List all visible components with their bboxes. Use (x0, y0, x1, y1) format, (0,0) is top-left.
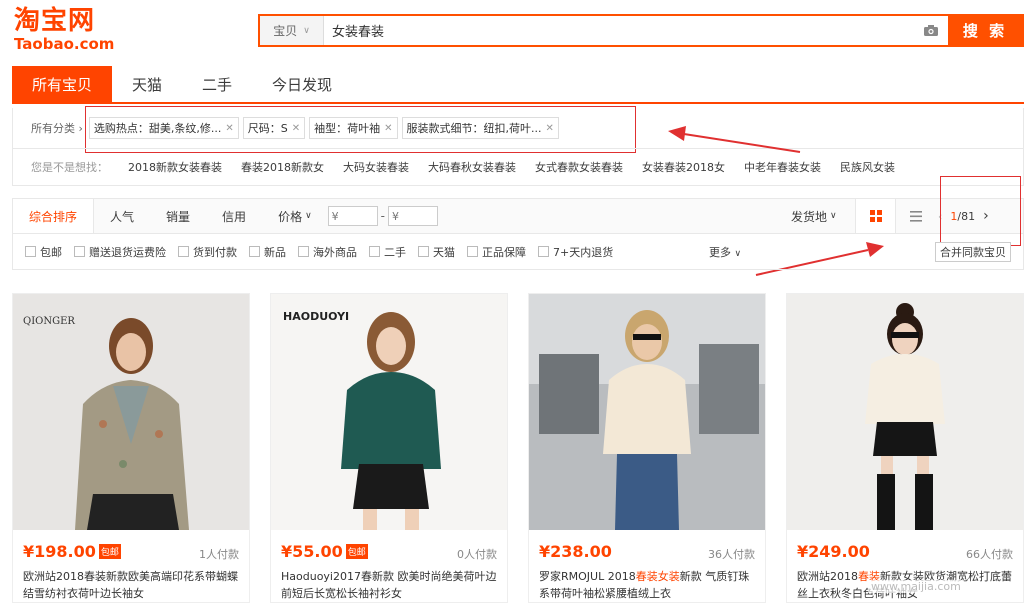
product-card[interactable]: ¥249.00 66人付款 欧洲站2018春装新款女装欧货潮宽松打底蕾丝上衣秋冬… (786, 293, 1024, 603)
checkbox[interactable] (74, 246, 85, 257)
product-image[interactable]: QIONGER (13, 294, 249, 530)
checkbox[interactable] (25, 246, 36, 257)
product-title[interactable]: 罗家RMOJUL 2018春装女装新款 气质钉珠系带荷叶袖松紧腰植绒上衣 (539, 568, 759, 602)
checkbox[interactable] (298, 246, 309, 257)
checkbox[interactable] (467, 246, 478, 257)
checkbox[interactable] (178, 246, 189, 257)
sort-default[interactable]: 综合排序 (13, 199, 95, 233)
watermark: www.maijia.com (868, 580, 964, 593)
paid-count: 66人付款 (966, 548, 1013, 561)
checkbox[interactable] (538, 246, 549, 257)
merge-same-button[interactable]: 合并同款宝贝 (935, 242, 1011, 262)
option-new[interactable]: 新品 (249, 244, 286, 260)
option-7day-return[interactable]: 7+天内退货 (538, 244, 613, 260)
sort-popularity[interactable]: 人气 (94, 199, 150, 233)
chevron-down-icon: ∨ (734, 248, 742, 259)
option-tmall[interactable]: 天猫 (418, 244, 455, 260)
product-price: ¥198.00 包邮 (23, 542, 121, 561)
product-title[interactable]: Haoduoyi2017春新款 欧美时尚绝美荷叶边前短后长宽松长袖衬衫女 (281, 568, 501, 602)
brand-logo: QIONGER (23, 316, 75, 327)
mini-pager: ‹ 1/81 › (938, 199, 989, 233)
sort-bar: 综合排序 人气 销量 信用 价格∨ - 发货地∨ ‹ 1/81 › (12, 198, 1024, 234)
chevron-down-icon: ∨ (305, 211, 312, 221)
product-card[interactable]: HAODUOYI ¥55.00 包邮 0人付款 Haoduoyi2017春新款 欧… (270, 293, 508, 603)
price-dash: - (380, 209, 386, 223)
checkbox[interactable] (418, 246, 429, 257)
prev-page-icon[interactable]: ‹ (938, 210, 942, 223)
paid-count: 36人付款 (708, 548, 755, 561)
option-secondhand[interactable]: 二手 (369, 244, 406, 260)
grid-view-icon[interactable] (855, 199, 895, 233)
product-title[interactable]: 欧洲站2018春装新款欧美高端印花系带蝴蝶结雪纺衬衣荷叶边长袖女 (23, 568, 243, 602)
sort-price[interactable]: 价格 ∨ (262, 199, 328, 233)
product-card[interactable]: ¥238.00 36人付款 罗家RMOJUL 2018春装女装新款 气质钉珠系带… (528, 293, 766, 603)
brand-logo: HAODUOYI (283, 310, 349, 323)
more-options-button[interactable]: 更多 ∨ (709, 244, 741, 260)
paid-count: 0人付款 (457, 548, 497, 561)
options-bar: 包邮 赠送退货运费险 货到付款 新品 海外商品 二手 天猫 正品保障 7+天内退… (12, 234, 1024, 270)
product-image[interactable] (787, 294, 1023, 530)
product-price: ¥55.00 包邮 (281, 542, 368, 561)
free-shipping-badge: 包邮 (98, 544, 121, 559)
option-cod[interactable]: 货到付款 (178, 244, 237, 260)
product-image[interactable] (529, 294, 765, 530)
page-indicator: 1/81 (950, 209, 976, 223)
chevron-down-icon: ∨ (830, 211, 837, 221)
sort-credit[interactable]: 信用 (206, 199, 262, 233)
price-max-input[interactable] (388, 206, 439, 226)
ship-from-select[interactable]: 发货地 ∨ (791, 199, 837, 233)
price-min-input[interactable] (327, 206, 378, 226)
checkbox[interactable] (369, 246, 380, 257)
checkbox[interactable] (249, 246, 260, 257)
list-view-icon[interactable] (895, 199, 935, 233)
option-overseas[interactable]: 海外商品 (298, 244, 357, 260)
product-price: ¥238.00 (539, 542, 612, 561)
product-price: ¥249.00 (797, 542, 870, 561)
free-shipping-badge: 包邮 (345, 544, 368, 559)
product-card[interactable]: QIONGER ¥198.00 包邮 1人付款 欧洲站2018春装新款欧美高端印花… (12, 293, 250, 603)
product-image[interactable]: HAODUOYI (271, 294, 507, 530)
option-free-shipping[interactable]: 包邮 (25, 244, 62, 260)
paid-count: 1人付款 (199, 548, 239, 561)
next-page-icon[interactable]: › (983, 208, 989, 224)
sort-sales[interactable]: 销量 (150, 199, 206, 233)
option-return-insurance[interactable]: 赠送退货运费险 (74, 244, 166, 260)
option-genuine[interactable]: 正品保障 (467, 244, 526, 260)
